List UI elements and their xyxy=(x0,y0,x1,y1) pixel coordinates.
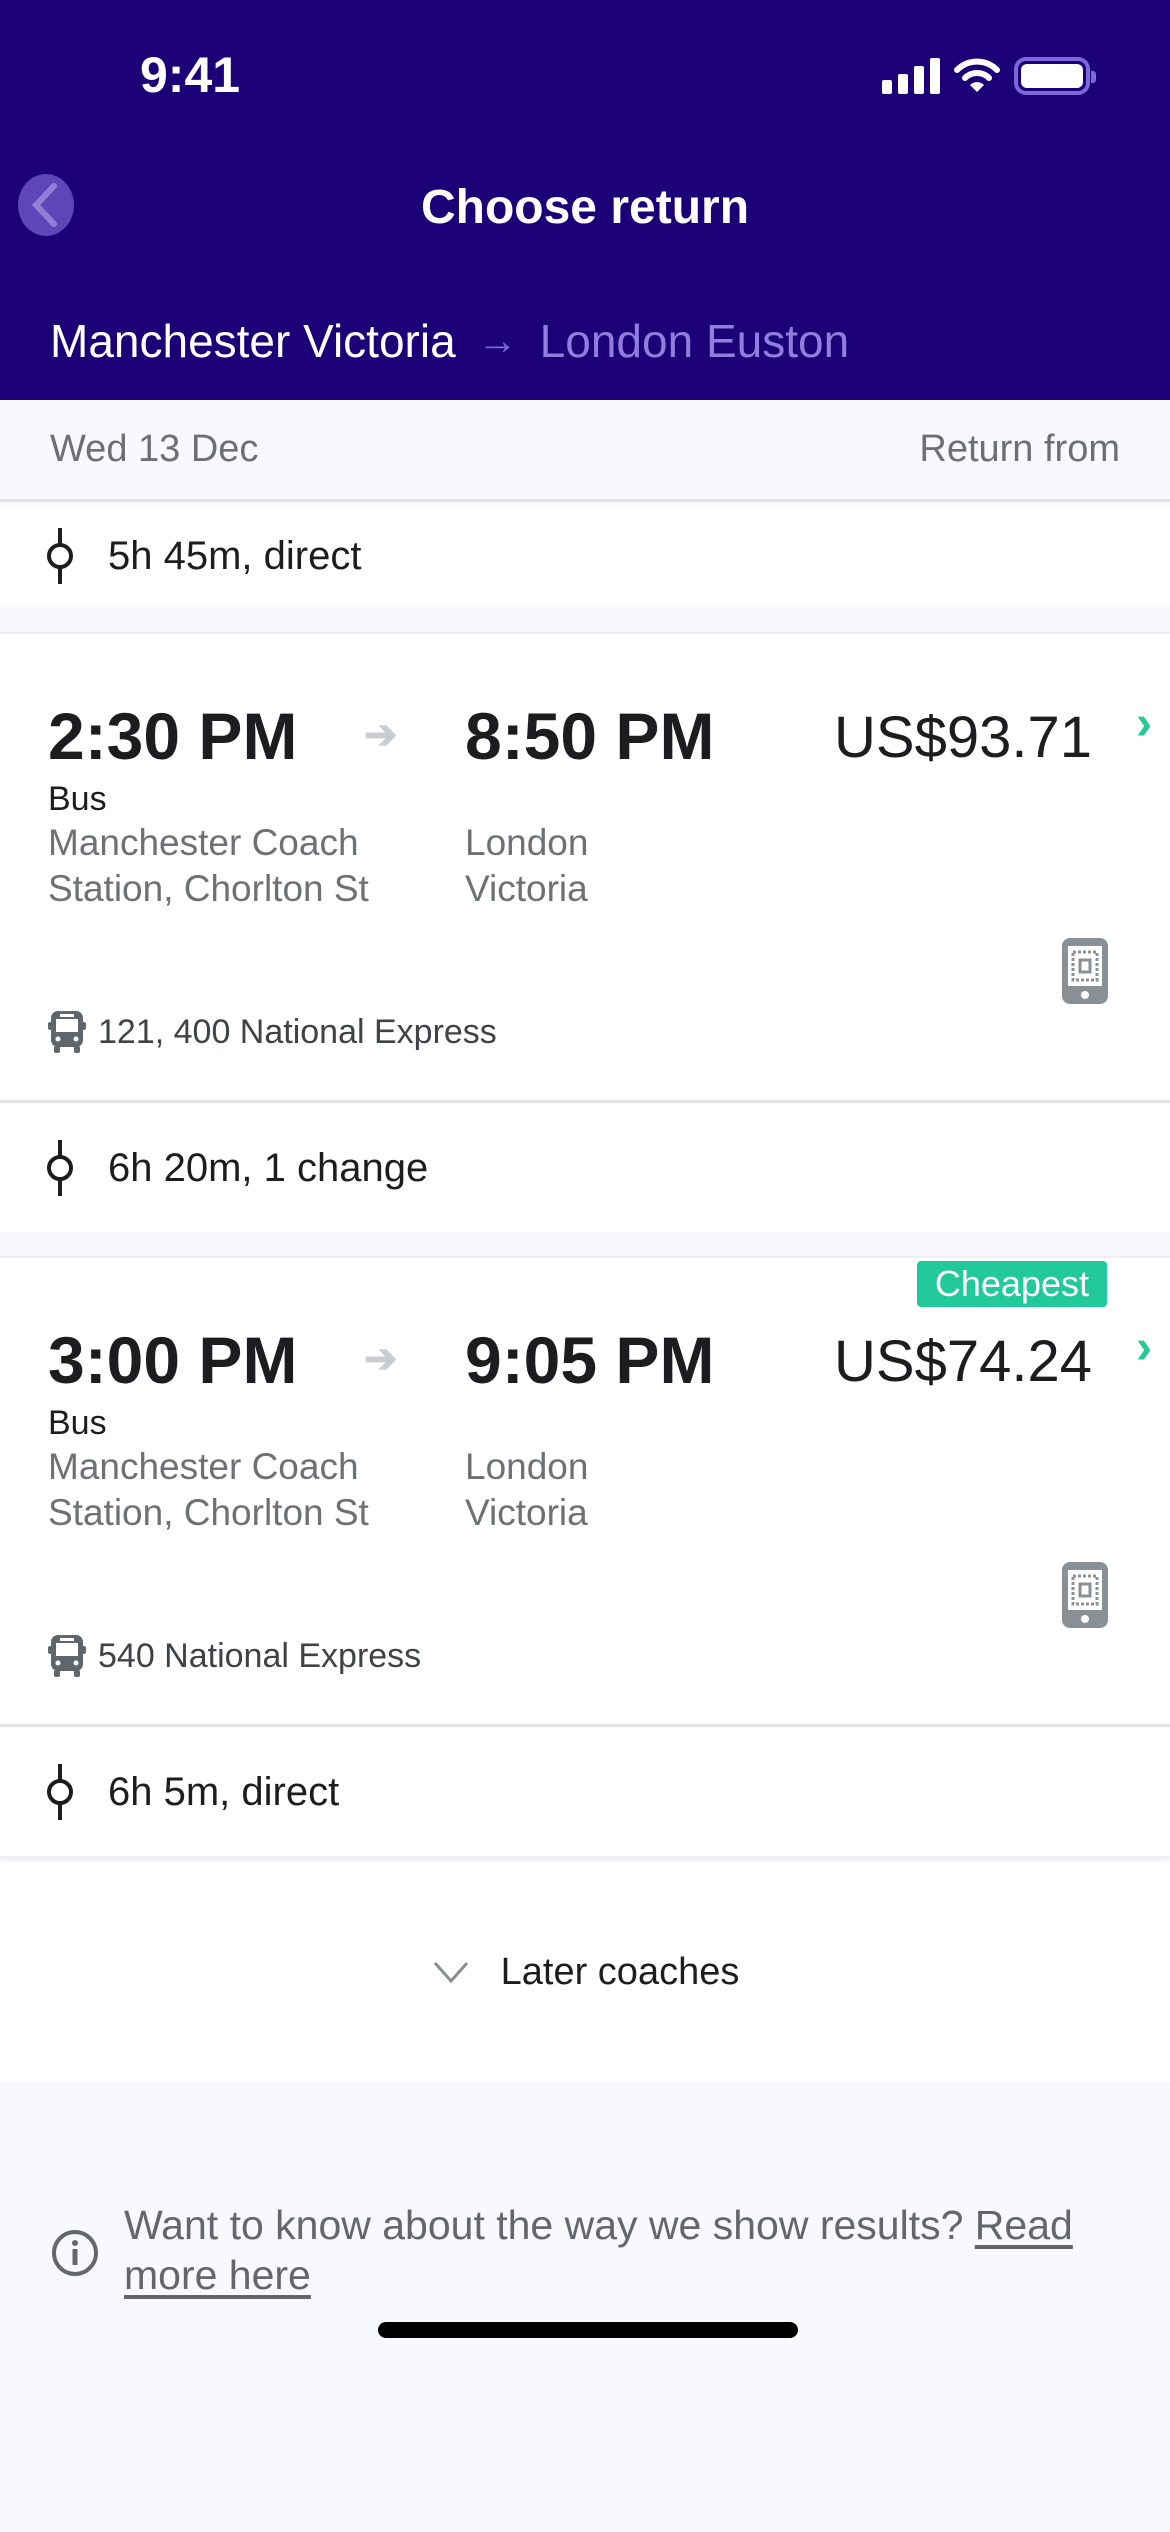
depart-time: 3:00 PM xyxy=(48,1323,298,1397)
depart-time: 2:30 PM xyxy=(48,699,298,773)
departure-station-line: Manchester Coach xyxy=(48,1446,359,1487)
operator-info: 121, 400 National Express xyxy=(48,1010,497,1054)
transport-mode: Bus xyxy=(48,1404,107,1442)
price: US$74.24 xyxy=(834,1329,1092,1394)
arrive-time: 9:05 PM xyxy=(465,1323,715,1397)
arrival-station-line: Victoria xyxy=(465,868,588,909)
operator-info: 540 National Express xyxy=(48,1634,421,1678)
chevron-down-icon xyxy=(433,1962,468,1984)
travel-date: Wed 13 Dec xyxy=(50,428,259,470)
battery-icon xyxy=(1014,57,1096,95)
later-coaches-label: Later coaches xyxy=(500,1950,740,1993)
mobile-ticket-icon xyxy=(1062,938,1108,1004)
page-title: Choose return xyxy=(420,181,750,234)
journey-duration-row[interactable]: 5h 45m, direct xyxy=(0,505,1170,607)
bus-icon xyxy=(48,1635,86,1677)
journey-duration-row[interactable]: 6h 5m, direct xyxy=(0,1728,1170,1856)
journey-duration: 5h 45m, direct xyxy=(108,533,362,578)
departure-station: Manchester Coach Station, Chorlton St xyxy=(48,1444,369,1536)
arrival-station-line: Victoria xyxy=(465,1492,588,1533)
chevron-right-icon[interactable]: › xyxy=(1136,1320,1152,1375)
journey-stop-icon xyxy=(47,1764,73,1820)
route-destination: London Euston xyxy=(539,315,850,367)
journey-stop-icon xyxy=(47,1140,73,1196)
route-summary: Manchester Victoria → London Euston xyxy=(50,314,849,368)
chevron-right-icon[interactable]: › xyxy=(1136,696,1152,751)
route-origin: Manchester Victoria xyxy=(50,315,456,367)
cellular-signal-icon xyxy=(882,58,940,94)
operator-name: 540 National Express xyxy=(98,1636,422,1675)
journey-duration: 6h 20m, 1 change xyxy=(108,1145,429,1190)
header: 9:41 Choose return Manchester Victoria →… xyxy=(0,0,1170,400)
date-bar: Wed 13 Dec Return from xyxy=(0,400,1170,502)
arrow-right-icon: → xyxy=(477,318,518,363)
wifi-icon xyxy=(954,58,1000,92)
status-time: 9:41 xyxy=(140,47,241,103)
cheapest-badge: Cheapest xyxy=(916,1261,1107,1307)
arrival-station-line: London xyxy=(465,822,589,863)
journey-stop-icon xyxy=(47,528,73,584)
divider xyxy=(0,1724,1170,1727)
arrival-station: London Victoria xyxy=(465,820,588,912)
info-message: Want to know about the way we show resul… xyxy=(124,2202,975,2248)
status-icons xyxy=(882,56,1096,96)
transport-mode: Bus xyxy=(48,780,107,818)
home-indicator[interactable] xyxy=(378,2322,798,2338)
arrive-time: 8:50 PM xyxy=(465,699,715,773)
return-from-label: Return from xyxy=(919,428,1120,470)
info-icon xyxy=(52,2230,98,2276)
later-coaches-button[interactable]: Later coaches xyxy=(0,1862,1170,2082)
arrival-station-line: London xyxy=(465,1446,589,1487)
mobile-ticket-icon xyxy=(1062,1562,1108,1628)
bus-icon xyxy=(48,1011,86,1053)
results-info: Want to know about the way we show resul… xyxy=(50,2200,1130,2300)
result-card[interactable]: 2:30 PM ➔ 8:50 PM US$93.71 › Bus Manches… xyxy=(0,632,1170,1103)
departure-station-line: Station, Chorlton St xyxy=(48,868,369,909)
result-card[interactable]: Cheapest 3:00 PM ➔ 9:05 PM US$74.24 › Bu… xyxy=(0,1256,1170,1727)
departure-station-line: Manchester Coach xyxy=(48,822,359,863)
journey-duration-row[interactable]: 6h 20m, 1 change xyxy=(0,1104,1170,1232)
departure-station-line: Station, Chorlton St xyxy=(48,1492,369,1533)
arrow-right-icon: ➔ xyxy=(364,713,398,757)
operator-name: 121, 400 National Express xyxy=(98,1012,497,1051)
arrival-station: London Victoria xyxy=(465,1444,588,1536)
departure-station: Manchester Coach Station, Chorlton St xyxy=(48,820,369,912)
divider xyxy=(0,1100,1170,1103)
price: US$93.71 xyxy=(834,705,1092,770)
info-text: Want to know about the way we show resul… xyxy=(124,2200,1130,2300)
arrow-right-icon: ➔ xyxy=(364,1337,398,1381)
journey-duration: 6h 5m, direct xyxy=(108,1769,340,1814)
